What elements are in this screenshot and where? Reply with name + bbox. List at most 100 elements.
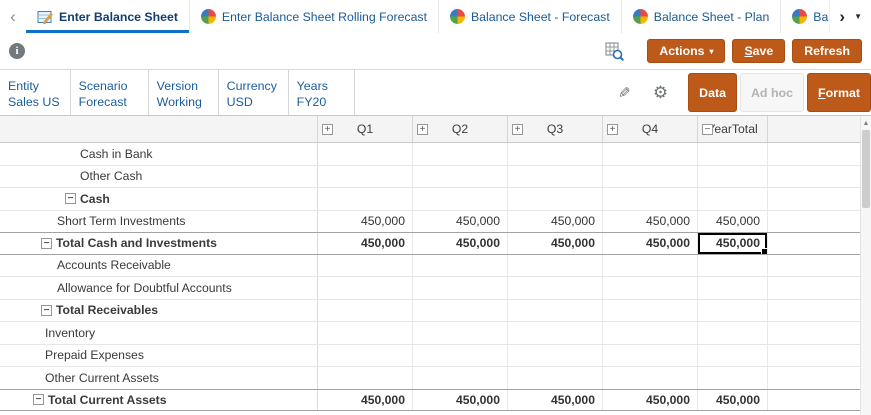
- data-cell[interactable]: [413, 165, 508, 187]
- data-cell[interactable]: [698, 367, 768, 389]
- collapse-icon[interactable]: −: [33, 394, 44, 406]
- collapse-icon[interactable]: −: [702, 124, 713, 135]
- actions-button[interactable]: Actions ▾: [647, 39, 726, 63]
- data-cell[interactable]: [508, 188, 603, 210]
- row-header[interactable]: Allowance for Doubtful Accounts: [0, 277, 318, 299]
- edit-pov-icon[interactable]: ✎: [618, 84, 631, 102]
- expand-icon[interactable]: +: [322, 124, 333, 135]
- grid-search-icon[interactable]: [605, 41, 625, 61]
- column-header-q4[interactable]: + Q4: [603, 116, 698, 142]
- refresh-button[interactable]: Refresh: [792, 39, 862, 63]
- data-cell[interactable]: 450,000: [318, 233, 413, 254]
- data-cell[interactable]: [603, 143, 698, 165]
- row-header[interactable]: Cash in Bank: [0, 143, 318, 165]
- back-chevron-icon[interactable]: ‹: [0, 0, 26, 33]
- row-header[interactable]: − Total Cash and Investments: [0, 233, 318, 254]
- tab-enter-balance-sheet[interactable]: Enter Balance Sheet: [26, 0, 190, 33]
- pov-dimension-scenario[interactable]: Scenario Forecast: [71, 70, 149, 115]
- data-cell[interactable]: [698, 165, 768, 187]
- data-cell[interactable]: [508, 344, 603, 366]
- data-cell[interactable]: [413, 322, 508, 344]
- data-cell[interactable]: [318, 165, 413, 187]
- adhoc-mode-button[interactable]: Ad hoc: [739, 73, 804, 112]
- data-cell[interactable]: [603, 299, 698, 321]
- data-cell[interactable]: [698, 322, 768, 344]
- data-cell[interactable]: [508, 143, 603, 165]
- data-cell[interactable]: [508, 299, 603, 321]
- column-header-q2[interactable]: + Q2: [413, 116, 508, 142]
- data-cell[interactable]: [508, 277, 603, 299]
- scrollbar-thumb[interactable]: [862, 130, 870, 208]
- tab-balance-sheet-forecast[interactable]: Balance Sheet - Forecast: [439, 0, 622, 33]
- data-cell[interactable]: 450,000: [603, 233, 698, 254]
- data-cell[interactable]: [603, 165, 698, 187]
- data-cell[interactable]: 450,000: [698, 389, 768, 410]
- data-cell[interactable]: [413, 277, 508, 299]
- data-cell[interactable]: 450,000: [698, 210, 768, 232]
- data-cell[interactable]: [508, 165, 603, 187]
- data-cell[interactable]: [318, 367, 413, 389]
- data-cell[interactable]: [508, 322, 603, 344]
- vertical-scrollbar[interactable]: ▲: [860, 116, 871, 415]
- column-header-q1[interactable]: + Q1: [318, 116, 413, 142]
- data-cell[interactable]: [318, 277, 413, 299]
- data-mode-button[interactable]: Data: [688, 73, 737, 112]
- row-header[interactable]: Other Cash: [0, 165, 318, 187]
- data-cell[interactable]: 450,000: [318, 210, 413, 232]
- data-cell[interactable]: [603, 322, 698, 344]
- tab-balance-sheet-plan[interactable]: Balance Sheet - Plan: [622, 0, 782, 33]
- expand-icon[interactable]: +: [417, 124, 428, 135]
- info-icon[interactable]: i: [9, 43, 25, 59]
- data-cell[interactable]: 450,000: [603, 389, 698, 410]
- data-cell[interactable]: [318, 344, 413, 366]
- settings-gear-icon[interactable]: ⚙: [653, 83, 668, 103]
- pov-dimension-years[interactable]: Years FY20: [289, 70, 355, 115]
- data-cell[interactable]: 450,000: [508, 210, 603, 232]
- data-cell[interactable]: [318, 299, 413, 321]
- data-cell[interactable]: [318, 254, 413, 276]
- data-cell[interactable]: [698, 344, 768, 366]
- data-cell[interactable]: [603, 188, 698, 210]
- data-cell[interactable]: [603, 277, 698, 299]
- row-header[interactable]: Other Current Assets: [0, 367, 318, 389]
- row-header[interactable]: − Total Current Assets: [0, 389, 318, 410]
- data-cell[interactable]: [698, 254, 768, 276]
- pov-dimension-version[interactable]: Version Working: [149, 70, 219, 115]
- data-cell[interactable]: [413, 188, 508, 210]
- data-cell[interactable]: [508, 367, 603, 389]
- data-cell[interactable]: [413, 143, 508, 165]
- data-cell[interactable]: [413, 344, 508, 366]
- data-cell[interactable]: 450,000: [413, 233, 508, 254]
- format-mode-button[interactable]: Format: [806, 73, 871, 112]
- data-cell[interactable]: [603, 344, 698, 366]
- collapse-icon[interactable]: −: [41, 304, 52, 316]
- data-cell[interactable]: [508, 254, 603, 276]
- column-header-yeartotal[interactable]: − YearTotal: [698, 116, 768, 142]
- data-cell[interactable]: [698, 188, 768, 210]
- fill-handle[interactable]: [761, 247, 767, 254]
- row-header[interactable]: Prepaid Expenses: [0, 344, 318, 366]
- row-header[interactable]: Accounts Receivable: [0, 254, 318, 276]
- row-header[interactable]: − Total Receivables: [0, 299, 318, 321]
- tab-balance-sheet-truncated[interactable]: Balance She: [781, 0, 829, 33]
- data-cell[interactable]: [413, 367, 508, 389]
- data-cell[interactable]: 450,000: [413, 389, 508, 410]
- column-header-q3[interactable]: + Q3: [508, 116, 603, 142]
- pov-dimension-currency[interactable]: Currency USD: [219, 70, 289, 115]
- tab-overflow-chevron-icon[interactable]: ›: [839, 8, 845, 25]
- tab-menu-caret-icon[interactable]: ▼: [854, 12, 862, 21]
- data-cell[interactable]: 450,000: [698, 233, 768, 254]
- data-cell[interactable]: 450,000: [603, 210, 698, 232]
- pov-dimension-entity[interactable]: Entity Sales US: [0, 70, 71, 115]
- row-header[interactable]: Inventory: [0, 322, 318, 344]
- scroll-up-icon[interactable]: ▲: [861, 116, 871, 130]
- data-cell[interactable]: [318, 143, 413, 165]
- data-cell[interactable]: [318, 322, 413, 344]
- data-cell[interactable]: [603, 367, 698, 389]
- save-button[interactable]: Save: [732, 39, 786, 63]
- row-header[interactable]: − Cash: [0, 188, 318, 210]
- tab-enter-balance-sheet-rolling-forecast[interactable]: Enter Balance Sheet Rolling Forecast: [190, 0, 439, 33]
- data-cell[interactable]: [318, 188, 413, 210]
- row-header[interactable]: Short Term Investments: [0, 210, 318, 232]
- expand-icon[interactable]: +: [607, 124, 618, 135]
